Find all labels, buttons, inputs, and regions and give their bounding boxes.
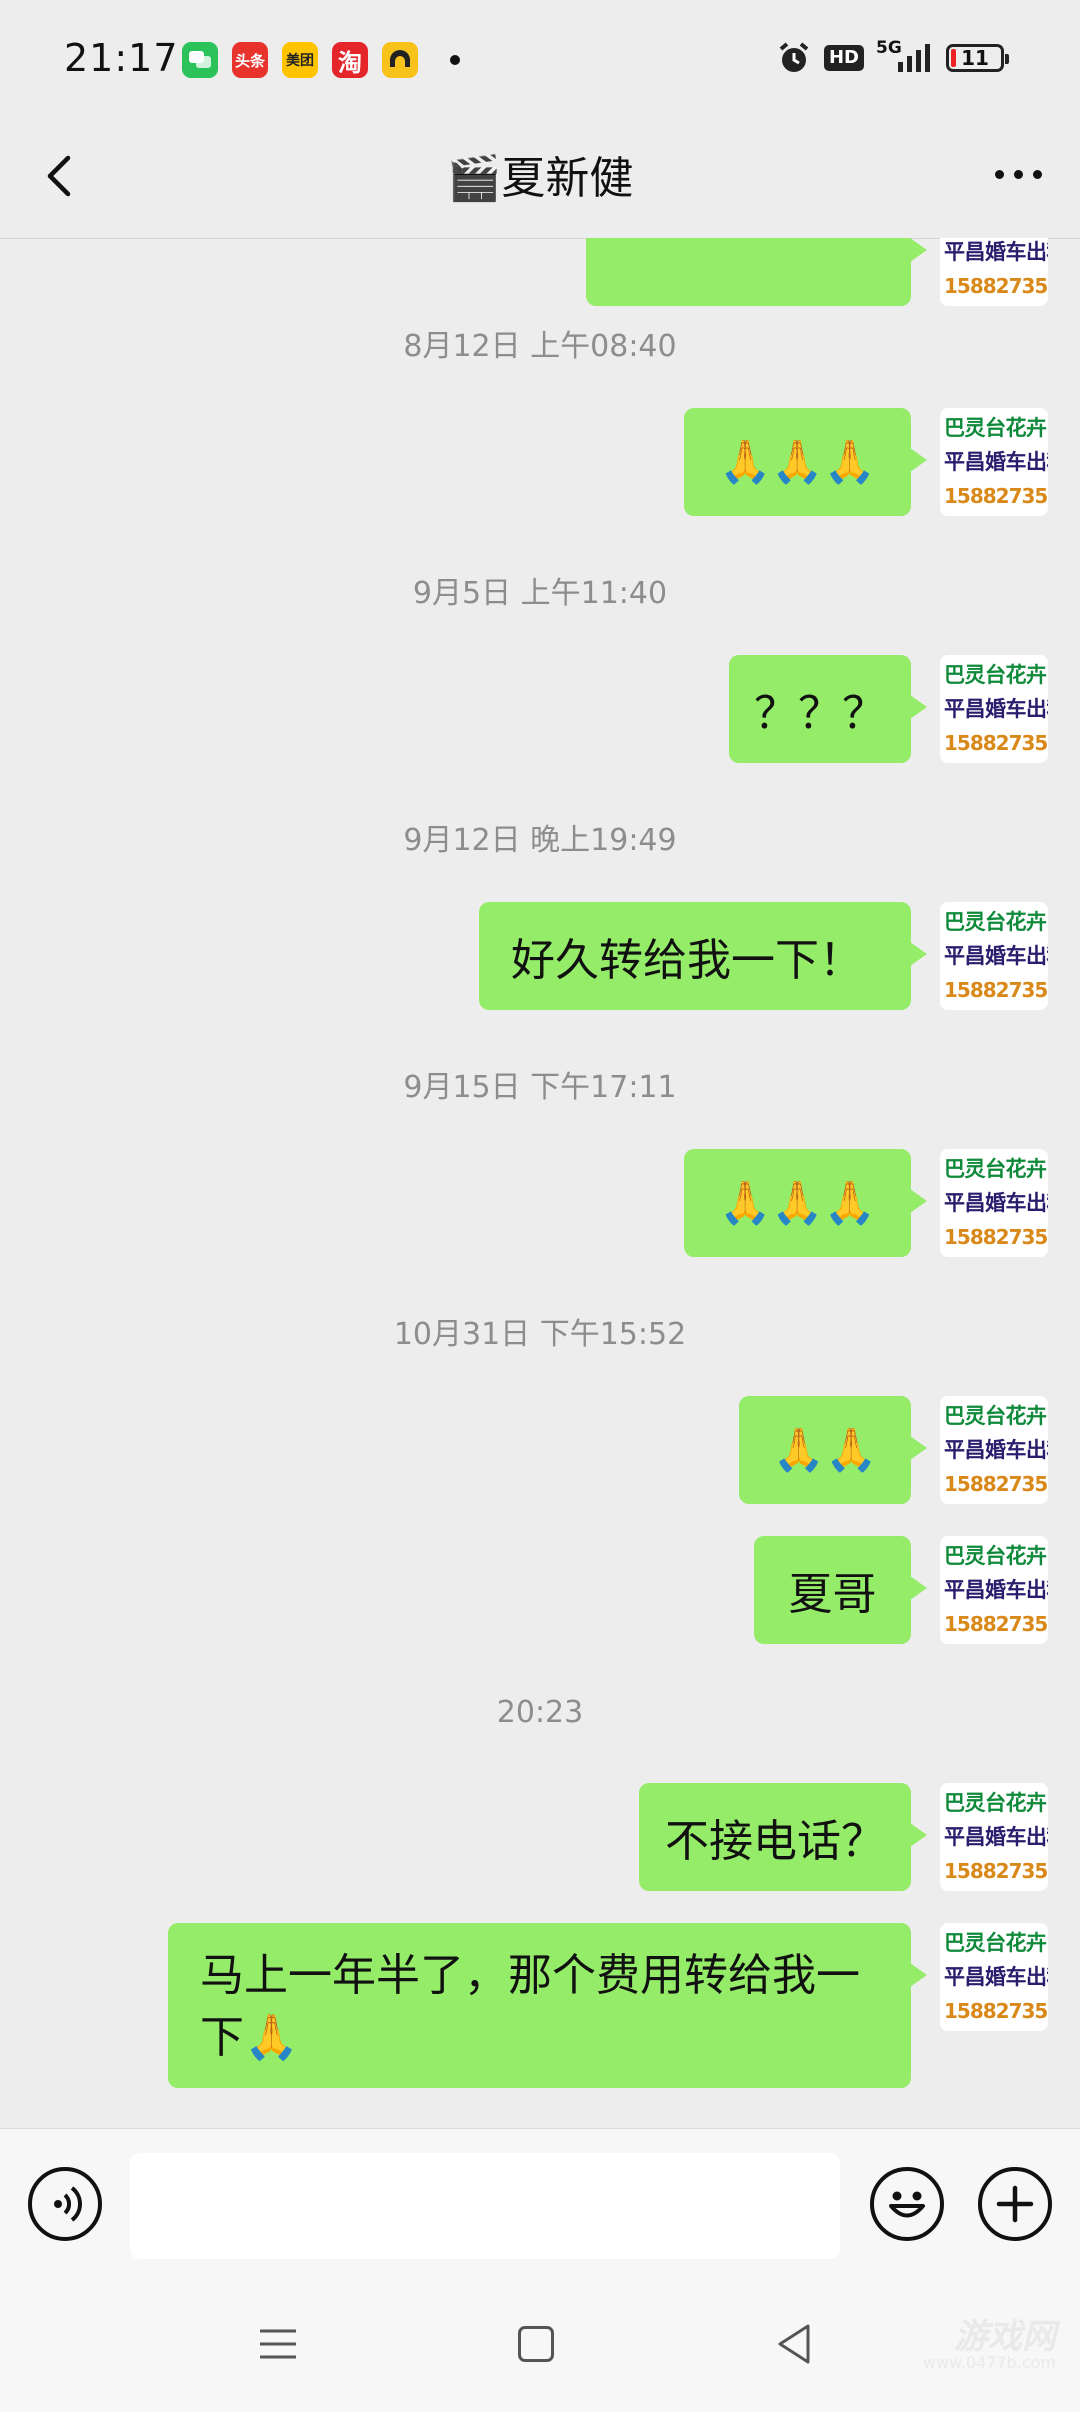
avatar[interactable]: 巴灵台花卉平昌婚车出租15882735224: [940, 1923, 1048, 2031]
message-bubble-partial[interactable]: [586, 238, 927, 306]
message-input[interactable]: [130, 2153, 840, 2259]
avatar[interactable]: 巴灵台花卉平昌婚车出租15882735224: [940, 408, 1048, 516]
emoji-icon[interactable]: [870, 2167, 944, 2241]
message-bubble[interactable]: 🙏🙏🙏: [684, 1149, 927, 1257]
message-input-bar: [0, 2128, 1080, 2281]
avatar[interactable]: 巴灵台花卉平昌婚车出租15882735224: [940, 902, 1048, 1010]
battery-icon: 11: [946, 44, 1009, 72]
message-list[interactable]: 巴灵台花卉平昌婚车出租15882735224 8月12日 上午08:40 🙏🙏🙏…: [0, 238, 1080, 2128]
message-timestamp: 9月15日 下午17:11: [403, 1070, 677, 1105]
avatar[interactable]: 巴灵台花卉平昌婚车出租15882735224: [940, 1396, 1048, 1504]
back-triangle-icon[interactable]: [774, 2322, 814, 2366]
hd-icon: HD: [823, 45, 864, 71]
message-timestamp: 9月12日 晚上19:49: [403, 823, 677, 858]
chat-header: 🎬夏新健: [0, 120, 1080, 239]
message-bubble[interactable]: ？？？: [729, 655, 927, 763]
avatar[interactable]: 巴灵台花卉平昌婚车出租15882735224: [940, 1536, 1048, 1644]
message-bubble[interactable]: 不接电话？: [639, 1783, 927, 1891]
message-timestamp: 8月12日 上午08:40: [403, 329, 677, 364]
message-bubble[interactable]: 马上一年半了，那个费用转给我一下🙏: [168, 1923, 927, 2088]
chat-title: 🎬夏新健: [446, 153, 634, 204]
alarm-icon: [779, 42, 809, 72]
battery-level: 11: [961, 46, 989, 70]
message-timestamp: 10月31日 下午15:52: [393, 1317, 687, 1352]
message-timestamp: 20:23: [496, 1695, 584, 1730]
meituan-icon: 美团: [282, 42, 318, 78]
more-options-button[interactable]: [995, 170, 1042, 179]
avatar[interactable]: 巴灵台花卉平昌婚车出租15882735224: [940, 1783, 1048, 1891]
status-bar: 21:17 头条 美团 淘 HD 5G 11: [0, 0, 1080, 120]
taobao-icon: 淘: [332, 42, 368, 78]
menu-icon[interactable]: [258, 2324, 298, 2364]
avatar[interactable]: 巴灵台花卉平昌婚车出租15882735224: [940, 238, 1048, 306]
system-navigation-bar: 游戏网 www.0477b.com: [0, 2280, 1080, 2412]
app-notification-icon: [382, 42, 418, 78]
status-time: 21:17: [64, 36, 179, 80]
toutiao-icon: 头条: [232, 42, 268, 78]
wechat-notification-icon: [182, 42, 218, 78]
message-timestamp: 9月5日 上午11:40: [412, 576, 668, 611]
voice-input-icon[interactable]: [28, 2167, 102, 2241]
status-indicators: HD 5G 11: [776, 38, 1009, 76]
message-bubble[interactable]: 夏哥: [754, 1536, 927, 1644]
notification-icons: 头条 美团 淘: [182, 42, 460, 78]
home-button-icon[interactable]: [518, 2326, 554, 2362]
avatar[interactable]: 巴灵台花卉平昌婚车出租15882735224: [940, 1149, 1048, 1257]
more-notifications-dot: [450, 55, 460, 65]
signal-5g-icon: 5G: [876, 38, 934, 76]
message-bubble[interactable]: 🙏🙏: [739, 1396, 927, 1504]
plus-icon[interactable]: [978, 2167, 1052, 2241]
message-bubble[interactable]: 🙏🙏🙏: [684, 408, 927, 516]
message-bubble[interactable]: 好久转给我一下！: [479, 902, 927, 1010]
site-watermark: 游戏网 www.0477b.com: [922, 2317, 1056, 2372]
avatar[interactable]: 巴灵台花卉平昌婚车出租15882735224: [940, 655, 1048, 763]
